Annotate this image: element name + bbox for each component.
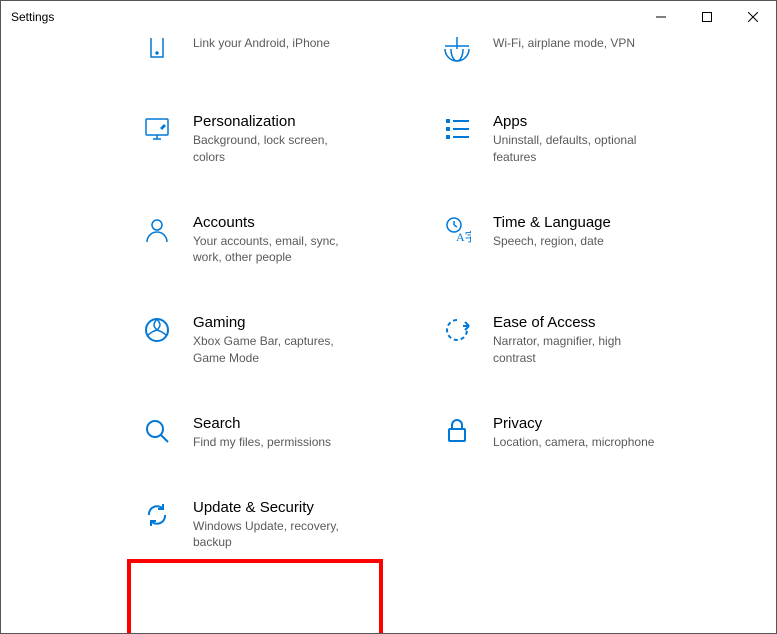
ease-icon [441,314,473,346]
category-row: Update & Security Windows Update, recove… [141,499,736,552]
category-personalization[interactable]: Personalization Background, lock screen,… [141,113,401,166]
accounts-icon [141,214,173,246]
category-subtitle: Windows Update, recovery, backup [193,518,363,552]
close-button[interactable] [730,1,776,33]
category-gaming[interactable]: Gaming Xbox Game Bar, captures, Game Mod… [141,314,401,367]
category-subtitle: Link your Android, iPhone [193,35,330,52]
category-subtitle: Uninstall, defaults, optional features [493,132,663,166]
category-title: Update & Security [193,499,363,516]
minimize-button[interactable] [638,1,684,33]
minimize-icon [656,12,666,22]
category-row: Search Find my files, permissions Privac… [141,415,736,451]
category-network[interactable]: Wi-Fi, airplane mode, VPN [441,33,701,65]
window-title: Settings [11,10,638,24]
category-privacy[interactable]: Privacy Location, camera, microphone [441,415,701,451]
category-apps[interactable]: Apps Uninstall, defaults, optional featu… [441,113,701,166]
category-phone[interactable]: Link your Android, iPhone [141,33,401,65]
time-icon: A字 [441,214,473,246]
gaming-icon [141,314,173,346]
category-title: Gaming [193,314,363,331]
category-subtitle: Your accounts, email, sync, work, other … [193,233,363,267]
category-accounts[interactable]: Accounts Your accounts, email, sync, wor… [141,214,401,267]
category-text: Update & Security Windows Update, recove… [193,499,363,552]
phone-icon [141,33,173,65]
category-title: Apps [493,113,663,130]
category-title: Ease of Access [493,314,663,331]
category-search[interactable]: Search Find my files, permissions [141,415,401,451]
globe-icon [441,33,473,65]
category-update-security[interactable]: Update & Security Windows Update, recove… [141,499,401,552]
category-row: Accounts Your accounts, email, sync, wor… [141,214,736,267]
search-icon [141,415,173,447]
personalization-icon [141,113,173,145]
category-row: Gaming Xbox Game Bar, captures, Game Mod… [141,314,736,367]
category-subtitle: Narrator, magnifier, high contrast [493,333,663,367]
category-time-language[interactable]: A字 Time & Language Speech, region, date [441,214,701,267]
category-subtitle: Background, lock screen, colors [193,132,363,166]
category-row: Link your Android, iPhone Wi-Fi, airplan… [141,33,736,65]
category-text: Privacy Location, camera, microphone [493,415,654,451]
apps-icon [441,113,473,145]
category-subtitle: Speech, region, date [493,233,611,250]
category-text: Link your Android, iPhone [193,33,330,52]
category-text: Accounts Your accounts, email, sync, wor… [193,214,363,267]
category-row: Personalization Background, lock screen,… [141,113,736,166]
privacy-icon [441,415,473,447]
close-icon [748,12,758,22]
category-title: Personalization [193,113,363,130]
update-icon [141,499,173,531]
category-ease-of-access[interactable]: Ease of Access Narrator, magnifier, high… [441,314,701,367]
category-subtitle: Location, camera, microphone [493,434,654,451]
settings-window: Settings Link [0,0,777,634]
category-subtitle: Find my files, permissions [193,434,331,451]
maximize-button[interactable] [684,1,730,33]
category-text: Wi-Fi, airplane mode, VPN [493,33,635,52]
content-area: Link your Android, iPhone Wi-Fi, airplan… [1,33,776,633]
titlebar: Settings [1,1,776,33]
category-subtitle: Wi-Fi, airplane mode, VPN [493,35,635,52]
category-text: Gaming Xbox Game Bar, captures, Game Mod… [193,314,363,367]
svg-text:A字: A字 [456,229,471,244]
maximize-icon [702,12,712,22]
category-text: Ease of Access Narrator, magnifier, high… [493,314,663,367]
category-title: Privacy [493,415,654,432]
category-text: Apps Uninstall, defaults, optional featu… [493,113,663,166]
category-title: Accounts [193,214,363,231]
category-text: Personalization Background, lock screen,… [193,113,363,166]
window-controls [638,1,776,33]
category-text: Time & Language Speech, region, date [493,214,611,250]
category-title: Search [193,415,331,432]
category-subtitle: Xbox Game Bar, captures, Game Mode [193,333,363,367]
category-text: Search Find my files, permissions [193,415,331,451]
category-title: Time & Language [493,214,611,231]
categories-grid: Link your Android, iPhone Wi-Fi, airplan… [1,33,776,599]
